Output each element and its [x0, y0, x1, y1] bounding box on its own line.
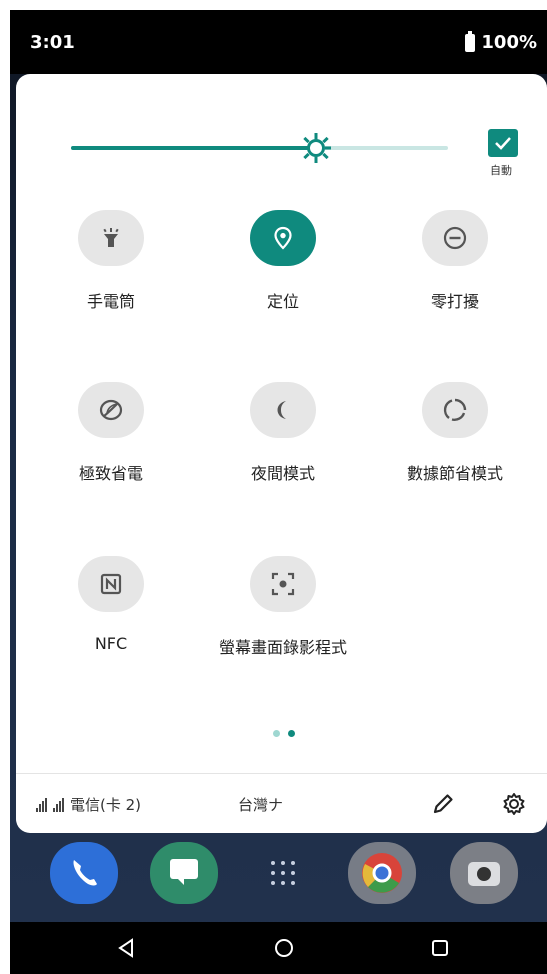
phone-icon	[73, 860, 97, 886]
status-bar: 3:01 100%	[10, 10, 547, 74]
edit-button[interactable]	[430, 791, 456, 817]
messages-app-icon[interactable]	[150, 842, 218, 904]
tile-label: 極致省電	[78, 464, 143, 483]
pencil-icon	[433, 794, 453, 814]
recents-button[interactable]	[428, 936, 452, 960]
phone-app-icon[interactable]	[50, 842, 118, 904]
tile-flashlight[interactable]: 手電筒	[26, 210, 196, 312]
tile-screen-recorder-button[interactable]	[250, 556, 316, 612]
page-indicator	[273, 730, 295, 737]
tile-label: 零打擾	[430, 292, 479, 311]
tile-location[interactable]: 定位	[198, 210, 368, 312]
brightness-slider[interactable]	[71, 133, 448, 163]
home-circle-icon	[275, 939, 293, 957]
screen-record-icon	[271, 572, 295, 596]
tile-nfc[interactable]: NFC	[26, 556, 196, 653]
brightness-icon	[301, 133, 332, 163]
status-time: 3:01	[30, 32, 75, 53]
camera-app-icon[interactable]	[450, 842, 518, 904]
quick-settings-footer: 電信(卡 2) 台灣ナ	[16, 773, 547, 833]
auto-brightness-label: 自動	[490, 164, 512, 177]
page-dot	[273, 730, 280, 737]
recents-square-icon	[432, 940, 448, 956]
tile-screen-recorder[interactable]: 螢幕畫面錄影程式	[198, 556, 368, 658]
tile-location-button[interactable]	[250, 210, 316, 266]
carrier-name-2: 台灣ナ	[238, 796, 284, 814]
chrome-icon	[362, 853, 402, 893]
battery-indicator: 100%	[465, 30, 537, 53]
tile-data-saver-button[interactable]	[422, 382, 488, 438]
home-dock	[10, 832, 547, 922]
auto-brightness-checkbox[interactable]	[488, 129, 518, 157]
dots-grid-icon	[271, 861, 295, 885]
tile-nfc-button[interactable]	[78, 556, 144, 612]
quick-settings-panel: 自動 手電筒 定位 零打擾 極致省電 夜間模式 數據節省模式 NFC 螢幕畫面錄…	[16, 74, 547, 833]
location-pin-icon	[274, 226, 292, 250]
battery-percent: 100%	[481, 32, 537, 53]
moon-icon	[277, 401, 286, 419]
nfc-icon	[100, 573, 122, 595]
gear-icon	[503, 793, 525, 815]
message-icon	[170, 859, 198, 885]
tile-night-mode-button[interactable]	[250, 382, 316, 438]
back-triangle-icon	[118, 938, 133, 958]
carrier-name-1: 電信(卡 2)	[70, 796, 142, 814]
home-button[interactable]	[272, 936, 296, 960]
flashlight-icon	[103, 228, 119, 247]
tile-label: 手電筒	[86, 292, 135, 311]
carrier-info-1: 電信(卡 2)	[36, 794, 141, 815]
navigation-bar	[10, 922, 547, 974]
tile-extreme-power-saver-button[interactable]	[78, 382, 144, 438]
tile-do-not-disturb-button[interactable]	[422, 210, 488, 266]
chrome-app-icon[interactable]	[348, 842, 416, 904]
data-saver-icon	[443, 398, 467, 422]
tile-label: NFC	[94, 634, 128, 653]
leaf-icon	[99, 399, 123, 421]
page-dot-active	[288, 730, 295, 737]
tile-label: 夜間模式	[250, 464, 315, 483]
signal-icon	[53, 797, 64, 812]
tile-data-saver[interactable]: 數據節省模式	[370, 382, 540, 484]
signal-icon	[36, 797, 47, 812]
camera-icon	[468, 862, 500, 886]
do-not-disturb-icon	[443, 226, 467, 250]
brightness-slider-fill	[71, 146, 317, 150]
tile-do-not-disturb[interactable]: 零打擾	[370, 210, 540, 312]
tile-label: 數據節省模式	[406, 464, 503, 483]
battery-icon	[465, 30, 476, 52]
tile-flashlight-button[interactable]	[78, 210, 144, 266]
phone-screen: 3:01 100% 自動 手電筒 定位 零打擾 極致省電 夜間模式 數據節省模式…	[10, 10, 547, 974]
app-drawer-icon[interactable]	[268, 858, 298, 888]
tile-extreme-power-saver[interactable]: 極致省電	[26, 382, 196, 484]
brightness-thumb[interactable]	[299, 131, 333, 165]
check-icon	[495, 137, 511, 150]
back-button[interactable]	[115, 936, 139, 960]
tile-label: 螢幕畫面錄影程式	[218, 638, 347, 657]
tile-night-mode[interactable]: 夜間模式	[198, 382, 368, 484]
tile-label: 定位	[266, 292, 299, 311]
settings-button[interactable]	[501, 791, 527, 817]
